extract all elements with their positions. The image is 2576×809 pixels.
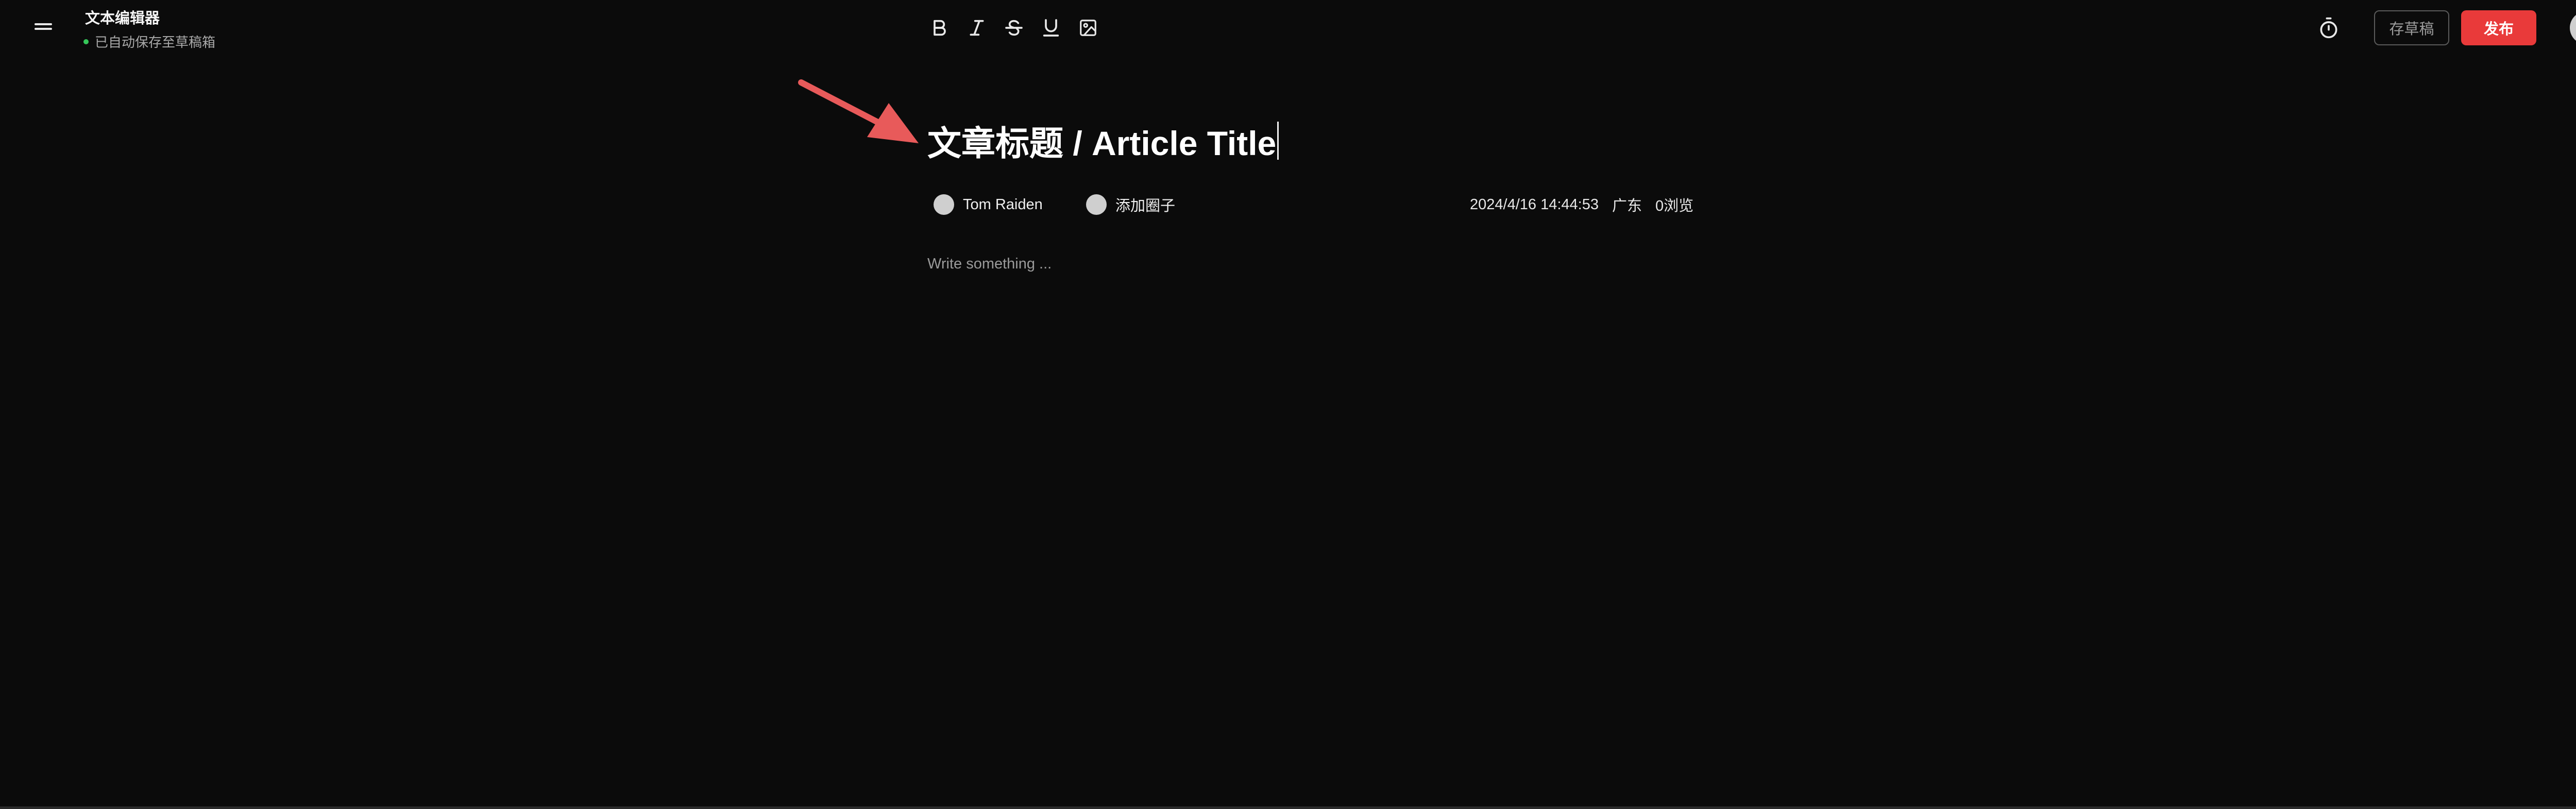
view-count: 0浏览 [1655,198,1694,214]
save-status-text: 已自动保存至草稿箱 [95,35,216,50]
author-chip[interactable]: Tom Raiden [934,193,1043,216]
user-avatar[interactable] [2570,11,2576,44]
bold-icon[interactable] [927,15,952,40]
timer-icon[interactable] [2317,16,2340,39]
image-icon[interactable] [1076,15,1100,40]
hamburger-menu-icon[interactable] [35,22,52,30]
location: 广东 [1612,198,1642,214]
author-name: Tom Raiden [963,196,1043,213]
article-body-editor[interactable]: Write something ... [927,256,1700,278]
text-caret [1277,122,1279,160]
publish-button[interactable]: 发布 [2461,10,2536,45]
add-circle-button[interactable]: 添加圈子 [1086,193,1175,216]
underline-icon[interactable] [1039,15,1063,40]
circle-avatar [1086,194,1107,215]
annotation-arrow-icon [798,79,919,143]
save-status: 已自动保存至草稿箱 [83,32,215,51]
article-title-text: 文章标题 / Article Title [927,124,1277,162]
italic-icon[interactable] [964,15,989,40]
strikethrough-icon[interactable] [1002,15,1026,40]
save-draft-button[interactable]: 存草稿 [2374,10,2449,45]
article-title-input[interactable]: 文章标题 / Article Title [927,117,1279,164]
editor-app: 文本编辑器 已自动保存至草稿箱 存草稿 发布 文章标题 / Article Ti… [0,0,2576,809]
add-circle-label: 添加圈子 [1115,198,1176,214]
format-toolbar [927,15,1113,40]
publish-datetime: 2024/4/16 14:44:53 [1470,196,1599,213]
author-avatar [934,194,954,215]
article-meta: 2024/4/16 14:44:53 广东 0浏览 [1470,193,1693,216]
status-dot [83,39,89,44]
app-title: 文本编辑器 [85,10,160,27]
